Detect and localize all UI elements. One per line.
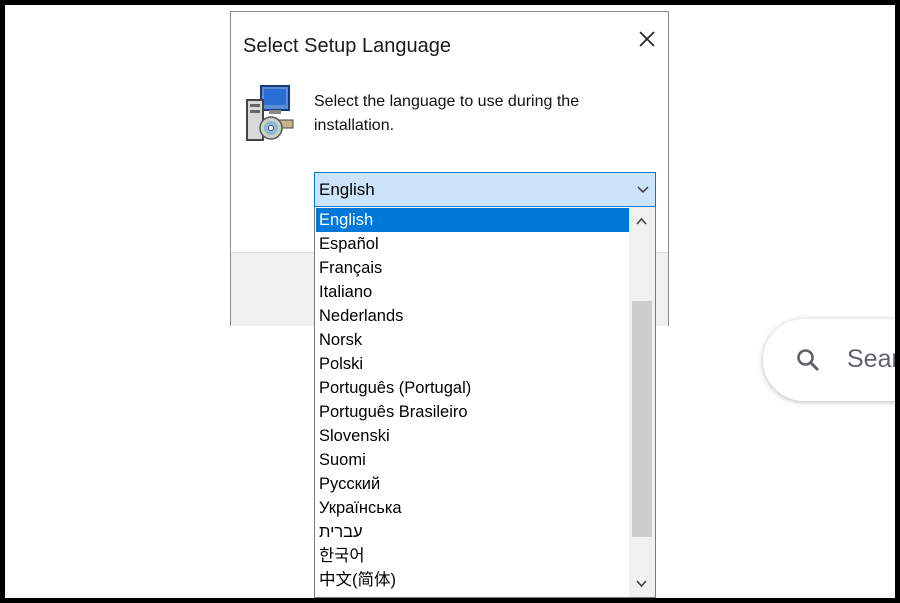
- language-option[interactable]: Nederlands: [316, 304, 629, 328]
- language-option[interactable]: 中文(简体): [316, 568, 629, 592]
- language-option[interactable]: Español: [316, 232, 629, 256]
- language-option[interactable]: Suomi: [316, 448, 629, 472]
- dialog-message: Select the language to use during the in…: [314, 93, 580, 134]
- scroll-down-button[interactable]: [629, 572, 655, 594]
- setup-installer-icon: [246, 85, 294, 141]
- language-option[interactable]: Français: [316, 256, 629, 280]
- language-option[interactable]: Русский: [316, 472, 629, 496]
- language-option[interactable]: Українська: [316, 496, 629, 520]
- language-option[interactable]: Português Brasileiro: [316, 400, 629, 424]
- dialog-title: Select Setup Language: [243, 35, 451, 57]
- language-option[interactable]: Norsk: [316, 328, 629, 352]
- scroll-up-icon: [636, 217, 647, 225]
- language-option[interactable]: Slovenski: [316, 424, 629, 448]
- language-option[interactable]: עברית: [316, 520, 629, 544]
- screen: Select Setup Language Select the languag…: [5, 5, 895, 598]
- chevron-down-icon: [637, 186, 649, 193]
- close-icon: [639, 31, 655, 47]
- scroll-down-icon: [636, 580, 647, 588]
- language-option[interactable]: English: [316, 208, 629, 232]
- scroll-thumb[interactable]: [632, 301, 652, 537]
- search-placeholder-text: Sear: [847, 345, 895, 373]
- search-box[interactable]: Sear: [763, 319, 895, 401]
- language-option[interactable]: Polski: [316, 352, 629, 376]
- combobox-selected-value: English: [319, 180, 375, 199]
- language-combobox[interactable]: English: [314, 172, 656, 207]
- title-bar: Select Setup Language: [231, 12, 668, 68]
- language-option[interactable]: Italiano: [316, 280, 629, 304]
- scrollbar[interactable]: [629, 207, 655, 597]
- language-option[interactable]: 한국어: [316, 544, 629, 568]
- language-option[interactable]: Português (Portugal): [316, 376, 629, 400]
- language-list: English Español Français Italiano Nederlands…: [316, 208, 629, 592]
- scroll-up-button[interactable]: [629, 210, 655, 232]
- search-icon: [797, 349, 820, 372]
- language-dropdown-list[interactable]: English Español Français Italiano Nederlands…: [314, 207, 656, 598]
- close-button[interactable]: [632, 24, 662, 54]
